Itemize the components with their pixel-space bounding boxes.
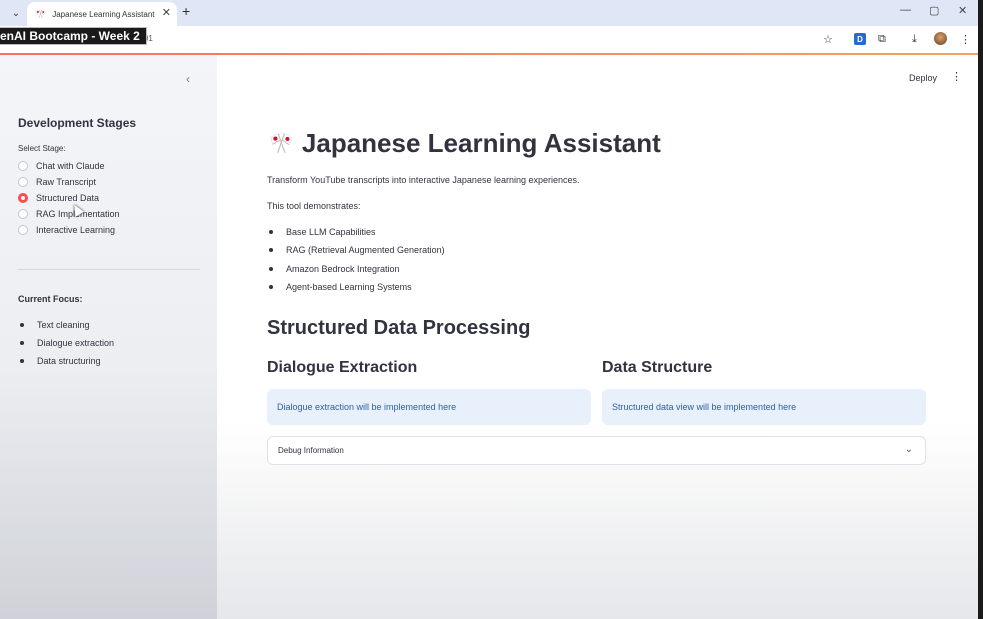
tab-search-button[interactable]: ⌄ bbox=[6, 4, 26, 22]
bullet-icon bbox=[20, 359, 24, 363]
focus-item: Dialogue extraction bbox=[20, 338, 114, 348]
feature-list-item: Base LLM Capabilities bbox=[269, 227, 376, 237]
extensions-puzzle-icon[interactable]: ⧉ bbox=[878, 33, 886, 46]
dialogue-info-box: Dialogue extraction will be implemented … bbox=[267, 389, 591, 425]
focus-item: Data structuring bbox=[20, 356, 101, 366]
radio-option-structured-data[interactable]: Structured Data bbox=[18, 193, 99, 203]
bullet-icon bbox=[20, 341, 24, 345]
dialogue-extraction-heading: Dialogue Extraction bbox=[267, 359, 418, 376]
overlay-label: enAI Bootcamp - Week 2 bbox=[0, 27, 147, 45]
feature-list-item: Agent-based Learning Systems bbox=[269, 282, 412, 292]
radio-circle[interactable] bbox=[18, 177, 28, 187]
bullet-icon bbox=[269, 267, 273, 271]
intro-text: Transform YouTube transcripts into inter… bbox=[267, 175, 580, 185]
section-title: Structured Data Processing bbox=[267, 317, 531, 339]
collapse-sidebar-icon[interactable]: ‹ bbox=[186, 72, 190, 86]
structure-info-box: Structured data view will be implemented… bbox=[602, 389, 926, 425]
focus-heading: Current Focus: bbox=[18, 294, 83, 304]
feature-text: Amazon Bedrock Integration bbox=[286, 264, 400, 274]
radio-option-raw-transcript[interactable]: Raw Transcript bbox=[18, 177, 96, 187]
bookmark-star-icon[interactable]: ☆ bbox=[823, 33, 833, 46]
radio-label: Interactive Learning bbox=[36, 225, 116, 235]
sidebar-divider bbox=[18, 269, 200, 270]
background-strip bbox=[978, 0, 983, 619]
tab-title: Japanese Learning Assistant bbox=[52, 9, 155, 19]
deploy-button[interactable]: Deploy bbox=[909, 73, 937, 83]
browser-menu-icon[interactable]: ⋮ bbox=[960, 33, 971, 46]
focus-item-text: Dialogue extraction bbox=[37, 338, 115, 348]
minimize-icon[interactable]: — bbox=[900, 4, 911, 16]
stage-select-label: Select Stage: bbox=[18, 144, 66, 153]
bullet-icon bbox=[269, 230, 273, 234]
radio-label: Raw Transcript bbox=[36, 177, 97, 187]
radio-circle[interactable] bbox=[18, 209, 28, 219]
window-close-icon[interactable]: ✕ bbox=[958, 4, 967, 17]
focus-item: Text cleaning bbox=[20, 320, 90, 330]
radio-label: Chat with Claude bbox=[36, 161, 105, 171]
browser-tab[interactable]: 🎌 Japanese Learning Assistant ✕ bbox=[27, 2, 177, 26]
browser-window: ⌄ 🎌 Japanese Learning Assistant ✕ + — ▢ … bbox=[0, 0, 983, 619]
main-content: Deploy ⋮ 🎌 Japanese Learning Assistant T… bbox=[217, 55, 978, 619]
app-menu-icon[interactable]: ⋮ bbox=[951, 70, 962, 83]
maximize-icon[interactable]: ▢ bbox=[929, 4, 939, 17]
chevron-down-icon[interactable]: ⌄ bbox=[905, 444, 913, 455]
feature-list-item: Amazon Bedrock Integration bbox=[269, 264, 400, 274]
radio-option-rag-implementation[interactable]: RAG Implementation bbox=[18, 209, 120, 219]
streamlit-favicon-icon: 🎌 bbox=[35, 8, 47, 19]
data-structure-heading: Data Structure bbox=[602, 359, 713, 376]
feature-text: Base LLM Capabilities bbox=[286, 227, 376, 237]
feature-text: Agent-based Learning Systems bbox=[286, 282, 412, 292]
download-icon[interactable]: ⤓ bbox=[912, 33, 917, 46]
radio-label: Structured Data bbox=[36, 193, 100, 203]
bullet-icon bbox=[269, 285, 273, 289]
close-tab-icon[interactable]: ✕ bbox=[162, 6, 171, 19]
page-title-row: 🎌 Japanese Learning Assistant bbox=[269, 128, 661, 159]
focus-item-text: Data structuring bbox=[37, 356, 101, 366]
tab-bar: ⌄ 🎌 Japanese Learning Assistant ✕ + — ▢ … bbox=[0, 0, 978, 26]
sidebar: ‹ Development Stages Select Stage: Chat … bbox=[0, 55, 217, 619]
radio-option-chat-with-claude[interactable]: Chat with Claude bbox=[18, 161, 105, 171]
bullet-icon bbox=[20, 323, 24, 327]
page-title: Japanese Learning Assistant bbox=[301, 128, 661, 158]
radio-circle[interactable] bbox=[18, 225, 28, 235]
new-tab-button[interactable]: + bbox=[182, 3, 190, 19]
expander-label: Debug Information bbox=[278, 446, 344, 455]
radio-circle[interactable] bbox=[18, 161, 28, 171]
feature-text: RAG (Retrieval Augmented Generation) bbox=[286, 245, 445, 255]
radio-circle-selected[interactable] bbox=[18, 193, 28, 203]
extension-d-icon[interactable]: D bbox=[854, 33, 866, 45]
radio-option-interactive-learning[interactable]: Interactive Learning bbox=[18, 225, 115, 235]
focus-item-text: Text cleaning bbox=[37, 320, 90, 330]
feature-list-item: RAG (Retrieval Augmented Generation) bbox=[269, 245, 445, 255]
bullet-icon bbox=[269, 248, 273, 252]
demo-intro-text: This tool demonstrates: bbox=[267, 201, 361, 211]
debug-expander[interactable]: Debug Information ⌄ bbox=[267, 436, 926, 465]
crossed-flags-icon: 🎌 bbox=[269, 133, 294, 155]
profile-avatar[interactable] bbox=[934, 32, 947, 45]
sidebar-heading: Development Stages bbox=[18, 116, 137, 130]
